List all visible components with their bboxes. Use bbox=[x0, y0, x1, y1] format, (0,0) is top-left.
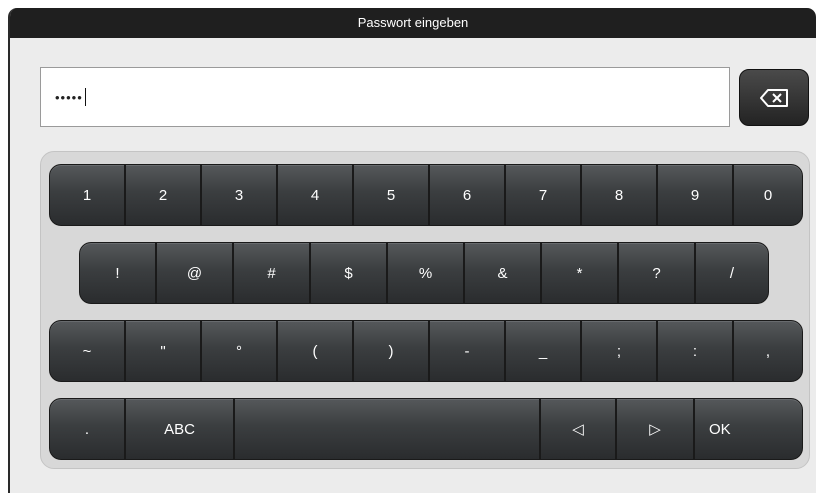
key-ampersand[interactable]: & bbox=[464, 242, 541, 304]
key-2[interactable]: 2 bbox=[125, 164, 201, 226]
key-degree[interactable]: ° bbox=[201, 320, 277, 382]
key-9[interactable]: 9 bbox=[657, 164, 733, 226]
key-1[interactable]: 1 bbox=[49, 164, 125, 226]
cursor-left-button[interactable]: ◁ bbox=[540, 398, 616, 460]
key-exclamation[interactable]: ! bbox=[79, 242, 156, 304]
key-7[interactable]: 7 bbox=[505, 164, 581, 226]
backspace-button[interactable] bbox=[739, 69, 809, 126]
key-period[interactable]: . bbox=[49, 398, 125, 460]
key-hyphen[interactable]: - bbox=[429, 320, 505, 382]
abc-button[interactable]: ABC bbox=[125, 398, 234, 460]
key-quote[interactable]: " bbox=[125, 320, 201, 382]
key-hash[interactable]: # bbox=[233, 242, 310, 304]
key-6[interactable]: 6 bbox=[429, 164, 505, 226]
key-0[interactable]: 0 bbox=[733, 164, 803, 226]
password-mask: ••••• bbox=[55, 89, 83, 105]
space-bar[interactable] bbox=[234, 398, 540, 460]
key-5[interactable]: 5 bbox=[353, 164, 429, 226]
key-3[interactable]: 3 bbox=[201, 164, 277, 226]
key-at[interactable]: @ bbox=[156, 242, 233, 304]
key-paren-open[interactable]: ( bbox=[277, 320, 353, 382]
key-4[interactable]: 4 bbox=[277, 164, 353, 226]
key-question[interactable]: ? bbox=[618, 242, 695, 304]
key-asterisk[interactable]: * bbox=[541, 242, 618, 304]
backspace-icon bbox=[760, 88, 788, 107]
key-comma[interactable]: , bbox=[733, 320, 803, 382]
dialog-title: Passwort eingeben bbox=[10, 8, 816, 38]
key-colon[interactable]: : bbox=[657, 320, 733, 382]
text-caret bbox=[84, 88, 86, 106]
key-slash[interactable]: / bbox=[695, 242, 769, 304]
key-underscore[interactable]: _ bbox=[505, 320, 581, 382]
password-input[interactable]: ••••• bbox=[40, 67, 730, 127]
cursor-right-button[interactable]: ▷ bbox=[616, 398, 694, 460]
ok-button[interactable]: OK bbox=[694, 398, 803, 460]
virtual-keyboard: 1 2 3 4 5 6 7 8 9 0 ! @ # $ % & * ? / ~ … bbox=[40, 151, 810, 469]
key-dollar[interactable]: $ bbox=[310, 242, 387, 304]
key-8[interactable]: 8 bbox=[581, 164, 657, 226]
key-semicolon[interactable]: ; bbox=[581, 320, 657, 382]
key-tilde[interactable]: ~ bbox=[49, 320, 125, 382]
password-dialog: Passwort eingeben ••••• 1 2 3 4 5 6 7 8 … bbox=[8, 8, 816, 493]
key-percent[interactable]: % bbox=[387, 242, 464, 304]
key-paren-close[interactable]: ) bbox=[353, 320, 429, 382]
